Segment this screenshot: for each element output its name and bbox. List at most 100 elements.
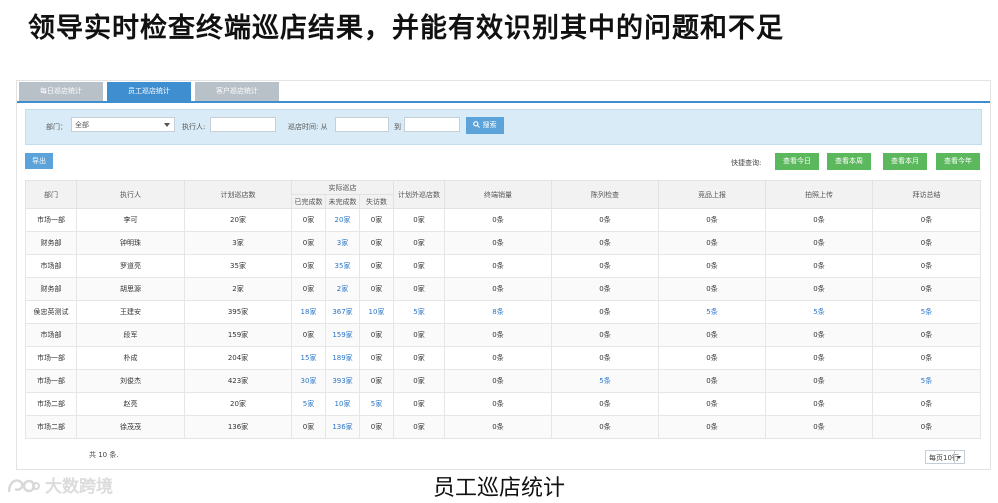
table-cell: 0条: [765, 346, 874, 370]
table-cell[interactable]: 30家: [291, 369, 326, 393]
table-row: 财务部 钟明珠 3家 0家 3家 0家 0家 0条 0条 0条 0条 0条: [25, 231, 982, 255]
tab-customer-stats[interactable]: 客户巡店统计: [195, 82, 279, 101]
table-cell[interactable]: 5家: [358, 392, 395, 416]
table-cell[interactable]: 8条: [444, 300, 553, 324]
export-button[interactable]: 导出: [25, 153, 53, 169]
table-cell[interactable]: 393家: [325, 369, 360, 393]
table-cell: 0家: [393, 277, 446, 301]
view-week-button[interactable]: 查看本周: [827, 153, 871, 170]
table-cell[interactable]: 5条: [765, 300, 874, 324]
table-cell[interactable]: 5条: [658, 300, 767, 324]
col-header-sales[interactable]: 终端销量: [444, 180, 553, 209]
table-cell[interactable]: 10家: [325, 392, 360, 416]
table-row: 侯忠英测试 王建安 395家 18家 367家 10家 5家 8条 0条 5条 5条 5条: [25, 300, 982, 324]
time-from-input[interactable]: [335, 117, 389, 132]
col-header-dept[interactable]: 部门: [25, 180, 77, 209]
view-year-button[interactable]: 查看今年: [936, 153, 980, 170]
table-cell[interactable]: 5条: [872, 369, 982, 393]
table-cell[interactable]: 5家: [291, 392, 326, 416]
table-cell: 0家: [393, 323, 446, 347]
table-row: 市场一部 朴成 204家 15家 189家 0家 0家 0条 0条 0条 0条 0条: [25, 346, 982, 370]
table-cell: 0条: [444, 277, 553, 301]
search-button[interactable]: 搜索: [466, 117, 504, 134]
table-cell: 0条: [658, 277, 767, 301]
table-cell: 李可: [76, 208, 185, 232]
caption: 员工巡店统计: [432, 476, 565, 501]
time-to-input[interactable]: [404, 117, 460, 132]
table-cell: 0家: [393, 369, 446, 393]
table-cell[interactable]: 159家: [325, 323, 360, 347]
table-row: 市场部 罗道亮 35家 0家 35家 0家 0家 0条 0条 0条 0条 0条: [25, 254, 982, 278]
table-cell: 罗道亮: [76, 254, 185, 278]
col-header-competitor[interactable]: 竞品上报: [658, 180, 767, 209]
table-cell[interactable]: 5家: [393, 300, 446, 324]
table-cell[interactable]: 2家: [325, 277, 360, 301]
col-header-display-check[interactable]: 陈列检查: [551, 180, 660, 209]
table-cell: 0条: [551, 346, 660, 370]
table-cell: 0条: [872, 415, 982, 439]
table-cell[interactable]: 35家: [325, 254, 360, 278]
table-cell: 0条: [444, 415, 553, 439]
table-cell: 市场二部: [25, 392, 77, 416]
table-cell: 0条: [658, 254, 767, 278]
dept-select[interactable]: 全部: [71, 117, 175, 132]
table-cell: 0家: [358, 346, 395, 370]
col-header-unplanned[interactable]: 计划外巡店数: [393, 180, 446, 209]
view-month-button[interactable]: 查看本月: [883, 153, 927, 170]
table-cell: 0条: [551, 277, 660, 301]
page-size-select[interactable]: 每页10行: [925, 450, 965, 464]
table-cell: 市场一部: [25, 346, 77, 370]
table-cell: 0条: [444, 254, 553, 278]
table-cell: 0家: [358, 231, 395, 255]
table-cell: 0条: [444, 346, 553, 370]
table-cell: 0条: [658, 369, 767, 393]
table-cell: 0家: [358, 369, 395, 393]
tab-staff-stats[interactable]: 员工巡店统计: [107, 82, 191, 101]
table-cell: 0条: [765, 415, 874, 439]
table-row: 市场部 段军 159家 0家 159家 0家 0家 0条 0条 0条 0条 0条: [25, 323, 982, 347]
col-header-visit-summary[interactable]: 拜访总结: [872, 180, 982, 209]
table-cell: 204家: [184, 346, 292, 370]
table-cell: 395家: [184, 300, 292, 324]
executor-input[interactable]: [210, 117, 276, 132]
table-cell[interactable]: 18家: [291, 300, 326, 324]
table-cell[interactable]: 20家: [325, 208, 360, 232]
col-header-completed[interactable]: 已完成数: [291, 194, 326, 209]
executor-label: 执行人:: [182, 123, 206, 131]
table-cell: 0家: [358, 254, 395, 278]
table-cell[interactable]: 5条: [551, 369, 660, 393]
table-cell[interactable]: 10家: [358, 300, 395, 324]
table-cell: 朴成: [76, 346, 185, 370]
col-header-photo[interactable]: 拍照上传: [765, 180, 874, 209]
table-cell[interactable]: 15家: [291, 346, 326, 370]
col-header-planned[interactable]: 计划巡店数: [184, 180, 292, 209]
table-cell: 0条: [551, 300, 660, 324]
table-cell: 0条: [551, 323, 660, 347]
table-cell[interactable]: 189家: [325, 346, 360, 370]
quick-query-label: 快捷查询:: [731, 159, 762, 167]
table-cell: 0条: [444, 323, 553, 347]
col-header-uncompleted[interactable]: 未完成数: [325, 194, 360, 209]
table-cell: 0家: [393, 346, 446, 370]
table-cell: 市场部: [25, 254, 77, 278]
tab-daily-stats[interactable]: 每日巡店统计: [19, 82, 103, 101]
col-header-missed[interactable]: 失访数: [358, 194, 395, 209]
view-today-button[interactable]: 查看今日: [775, 153, 819, 170]
col-header-executor[interactable]: 执行人: [76, 180, 185, 209]
table-cell: 0条: [551, 415, 660, 439]
table-cell[interactable]: 367家: [325, 300, 360, 324]
table-cell: 0条: [872, 277, 982, 301]
table-cell[interactable]: 3家: [325, 231, 360, 255]
table-cell: 0家: [291, 208, 326, 232]
table-cell: 财务部: [25, 231, 77, 255]
table-cell: 0家: [358, 323, 395, 347]
table-cell: 市场二部: [25, 415, 77, 439]
table-cell: 20家: [184, 208, 292, 232]
table-cell: 0条: [444, 392, 553, 416]
table-cell[interactable]: 136家: [325, 415, 360, 439]
table-cell[interactable]: 5条: [872, 300, 982, 324]
table-body: 市场一部 李可 20家 0家 20家 0家 0家 0条 0条 0条 0条 0条 财务部 钟明珠 3家 0家 3家…: [25, 208, 982, 439]
report-panel: 每日巡店统计 员工巡店统计 客户巡店统计 部门： 全部 执行人: 巡店时间: 从…: [16, 80, 991, 470]
headline: 领导实时检查终端巡店结果，并能有效识别其中的问题和不足: [28, 13, 784, 44]
table-cell: 0条: [444, 369, 553, 393]
